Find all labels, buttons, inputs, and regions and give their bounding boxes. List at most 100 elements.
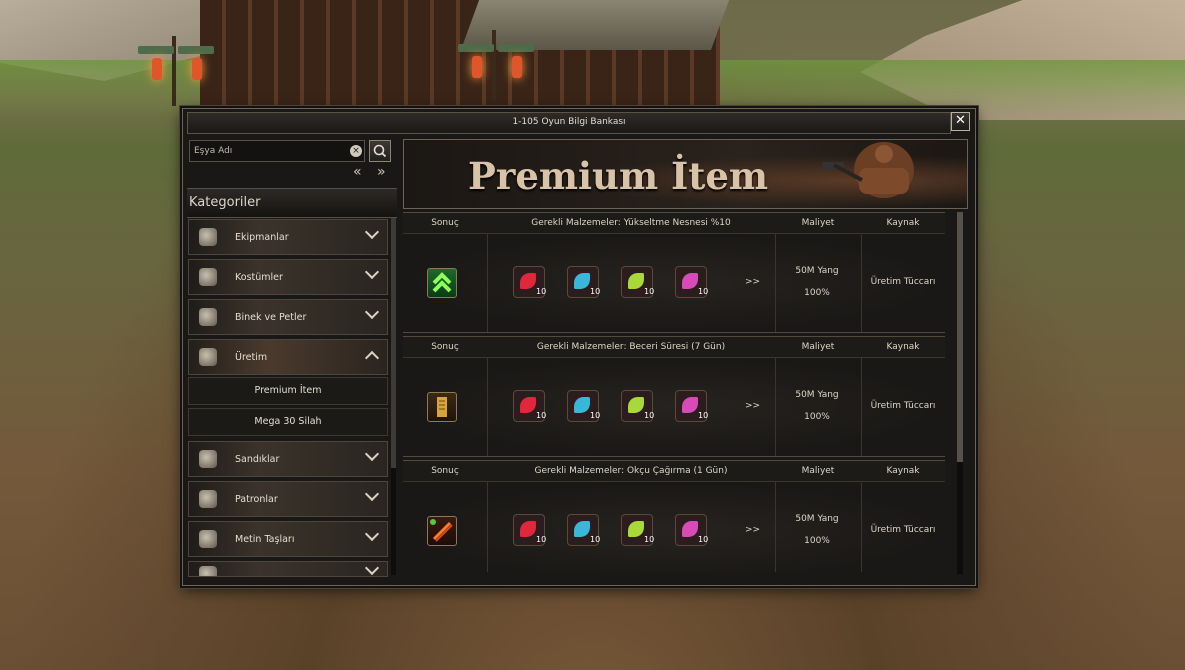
background-mountain-right bbox=[860, 0, 1185, 120]
material-count: 10 bbox=[590, 411, 601, 420]
category-scrollbar[interactable] bbox=[391, 218, 396, 575]
search-input[interactable]: Eşya Adı × bbox=[189, 140, 365, 162]
category-partial[interactable] bbox=[188, 561, 388, 577]
lantern bbox=[512, 56, 522, 78]
categories-header: Kategoriler bbox=[187, 188, 397, 218]
herb-leaf-icon bbox=[682, 397, 698, 413]
category-sandiklar[interactable]: Sandıklar bbox=[188, 441, 388, 477]
material-count: 10 bbox=[644, 535, 655, 544]
magnifier-icon bbox=[373, 144, 387, 158]
column-header: Maliyet bbox=[801, 218, 835, 228]
warrior-illustration bbox=[822, 142, 914, 198]
column-header: Maliyet bbox=[801, 466, 835, 476]
title-bar[interactable]: 1-105 Oyun Bilgi Bankası bbox=[187, 112, 951, 134]
category-label: Ekipmanlar bbox=[235, 232, 289, 243]
lantern bbox=[192, 58, 202, 80]
material-herb-icon[interactable]: 10 bbox=[513, 390, 547, 422]
fire-arrow-icon[interactable] bbox=[427, 516, 457, 546]
material-herb-icon[interactable]: 10 bbox=[621, 266, 655, 298]
success-rate: 100% bbox=[804, 412, 830, 422]
scrollbar-thumb[interactable] bbox=[957, 212, 963, 462]
category-ekipmanlar[interactable]: Ekipmanlar bbox=[188, 219, 388, 255]
scrollbar-thumb[interactable] bbox=[391, 218, 396, 468]
lamp-post bbox=[172, 36, 176, 106]
material-count: 10 bbox=[698, 411, 709, 420]
column-header: Gerekli Malzemeler: Yükseltme Nesnesi %1… bbox=[531, 218, 731, 228]
material-herb-icon[interactable]: 10 bbox=[567, 390, 601, 422]
material-herb-icon[interactable]: 10 bbox=[675, 514, 709, 546]
next-page-button[interactable]: » bbox=[377, 164, 385, 180]
recipe-header: Sonuç Gerekli Malzemeler: Okçu Çağırma (1… bbox=[403, 460, 945, 482]
result-arrow: >> bbox=[745, 401, 761, 411]
upgrade-arrow-icon[interactable] bbox=[427, 268, 457, 298]
search-placeholder: Eşya Adı bbox=[194, 146, 233, 156]
stone-icon bbox=[199, 530, 217, 548]
material-herb-icon[interactable]: 10 bbox=[621, 390, 654, 422]
success-rate: 100% bbox=[804, 288, 830, 298]
lantern-roof bbox=[458, 44, 494, 52]
material-count: 10 bbox=[590, 287, 601, 296]
column-divider bbox=[775, 358, 776, 456]
category-uretim[interactable]: Üretim bbox=[188, 339, 388, 375]
column-divider bbox=[487, 482, 488, 572]
result-arrow: >> bbox=[745, 277, 761, 287]
column-divider bbox=[487, 234, 488, 332]
chevron-down-icon bbox=[364, 446, 380, 462]
lantern bbox=[472, 56, 482, 78]
result-arrow: >> bbox=[745, 525, 761, 535]
recipe-row[interactable]: 10 10 10 10 >> 50M Yang 100% Üretim Tüccarı bbox=[403, 482, 945, 572]
lantern-roof bbox=[138, 46, 174, 54]
subcategory-premium-item[interactable]: Premium İtem bbox=[188, 377, 388, 405]
lantern-roof bbox=[178, 46, 214, 54]
herb-leaf-icon bbox=[682, 521, 698, 537]
subcategory-label: Premium İtem bbox=[254, 385, 322, 396]
banner-title: Premium İtem bbox=[468, 154, 769, 198]
search-button[interactable] bbox=[369, 140, 391, 162]
category-binek-ve-petler[interactable]: Binek ve Petler bbox=[188, 299, 388, 335]
recipe-header: Sonuç Gerekli Malzemeler: Beceri Süresi (… bbox=[403, 336, 945, 358]
column-divider bbox=[775, 482, 776, 572]
sword-icon bbox=[199, 228, 217, 246]
category-metin-taslari[interactable]: Metin Taşları bbox=[188, 521, 388, 557]
chevron-down-icon bbox=[364, 304, 380, 320]
category-panel: Eşya Adı × « » Kategoriler Ekipmanlar Ko… bbox=[187, 136, 397, 577]
column-header: Sonuç bbox=[431, 218, 459, 228]
recipe-row[interactable]: 10 10 10 10 >> 50M Yang 100% Üretim Tüccarı bbox=[403, 358, 945, 457]
material-herb-icon[interactable]: 10 bbox=[675, 266, 708, 298]
column-header: Kaynak bbox=[886, 466, 920, 476]
material-herb-icon[interactable]: 10 bbox=[513, 266, 546, 298]
close-button[interactable]: ✕ bbox=[951, 112, 970, 131]
subcategory-mega-30-silah[interactable]: Mega 30 Silah bbox=[188, 408, 388, 436]
material-count: 10 bbox=[698, 535, 709, 544]
herb-leaf-icon bbox=[682, 273, 698, 289]
recipe-row[interactable]: 10 10 10 10 >> 50M Yang 100% Üretim Tüccarı bbox=[403, 234, 945, 333]
chevron-down-icon bbox=[364, 486, 380, 502]
subcategory-label: Mega 30 Silah bbox=[254, 416, 322, 427]
recipe-table: Sonuç Gerekli Malzemeler: Yükseltme Nesne… bbox=[403, 212, 953, 572]
material-herb-icon[interactable]: 10 bbox=[621, 514, 655, 546]
material-herb-icon[interactable]: 10 bbox=[567, 514, 600, 546]
category-patronlar[interactable]: Patronlar bbox=[188, 481, 388, 517]
material-count: 10 bbox=[536, 411, 547, 420]
gear-icon bbox=[199, 566, 217, 576]
lamp-post bbox=[492, 30, 496, 100]
previous-page-button[interactable]: « bbox=[353, 164, 361, 180]
recipe-header: Sonuç Gerekli Malzemeler: Yükseltme Nesne… bbox=[403, 212, 945, 234]
chevron-down-icon bbox=[364, 264, 380, 280]
skill-scroll-icon[interactable] bbox=[427, 392, 457, 422]
category-kostumler[interactable]: Kostümler bbox=[188, 259, 388, 295]
premium-banner: Premium İtem bbox=[403, 139, 968, 209]
categories-title: Kategoriler bbox=[189, 195, 261, 210]
recipe-scrollbar[interactable] bbox=[957, 212, 963, 574]
background-mountain-left bbox=[0, 0, 260, 81]
material-count: 10 bbox=[644, 287, 655, 296]
lantern-roof bbox=[498, 44, 534, 52]
material-herb-icon[interactable]: 10 bbox=[675, 390, 709, 422]
clear-icon[interactable]: × bbox=[350, 145, 362, 157]
window-title: 1-105 Oyun Bilgi Bankası bbox=[512, 117, 626, 127]
category-label: Sandıklar bbox=[235, 454, 280, 465]
column-header: Gerekli Malzemeler: Beceri Süresi (7 Gün… bbox=[536, 342, 726, 352]
material-herb-icon[interactable]: 10 bbox=[513, 514, 546, 546]
material-herb-icon[interactable]: 10 bbox=[567, 266, 601, 298]
column-divider bbox=[775, 234, 776, 332]
